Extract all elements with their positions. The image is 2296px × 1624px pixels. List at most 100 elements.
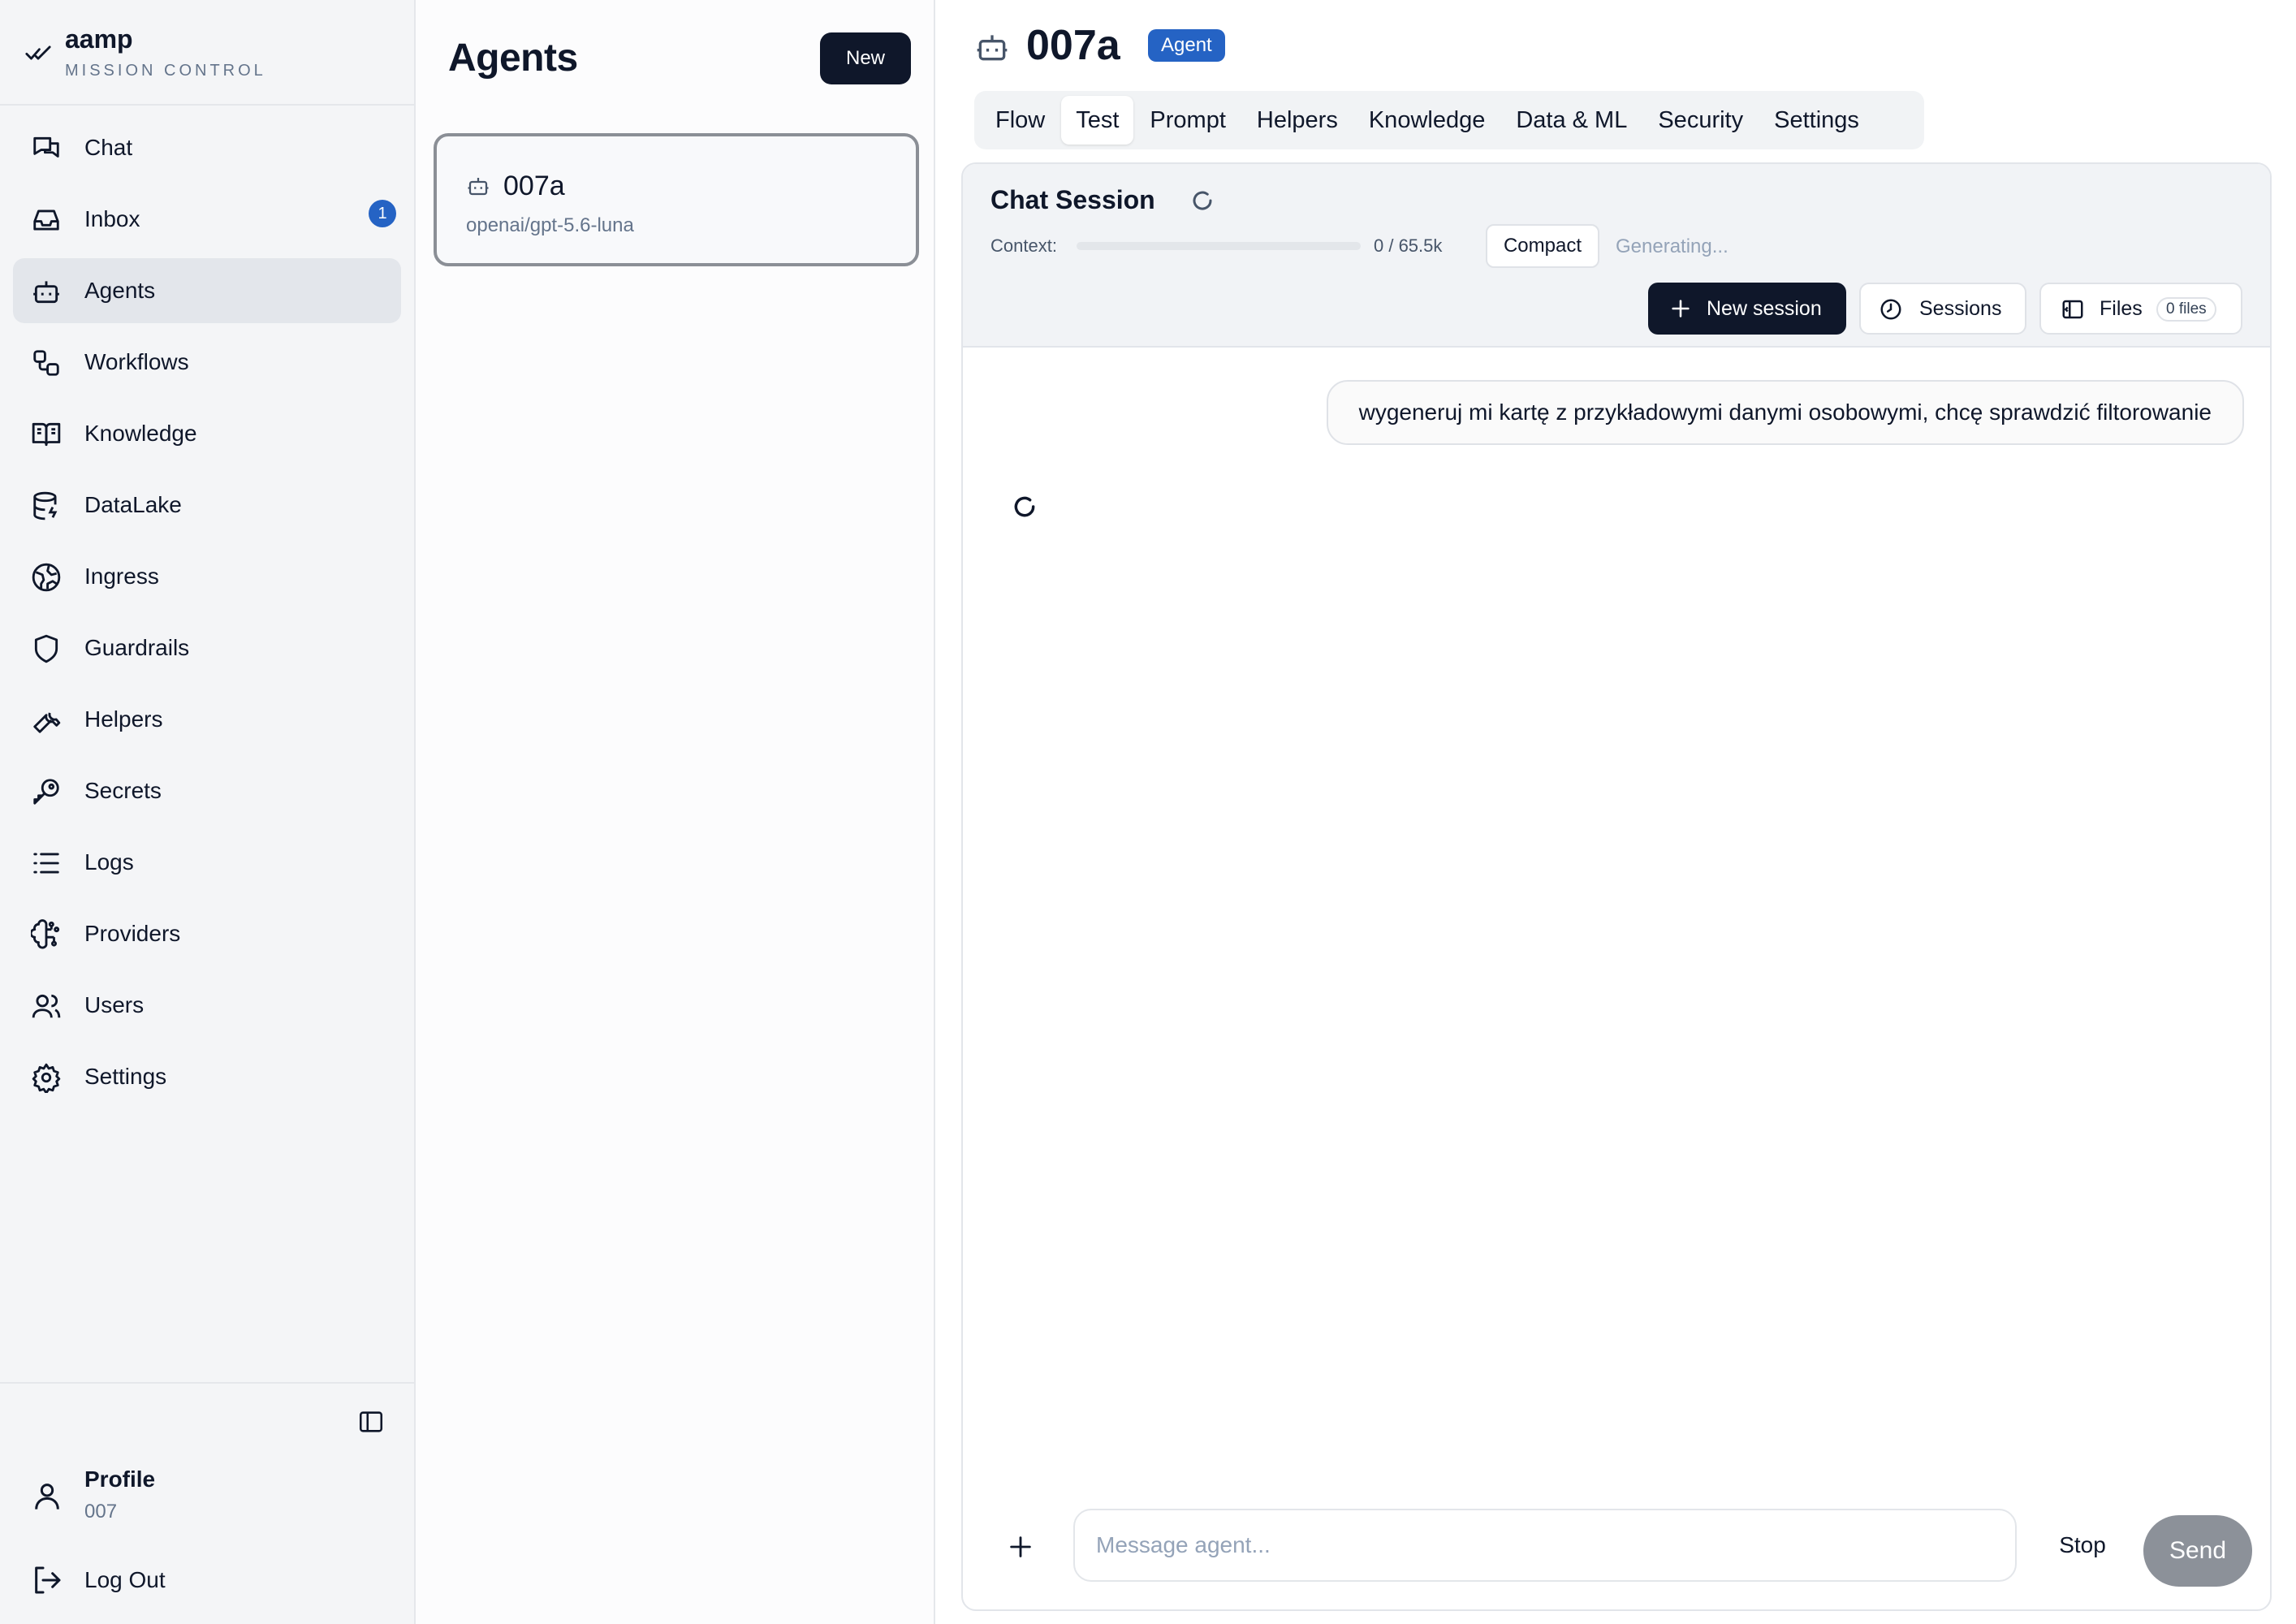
sidebar-item-helpers[interactable]: Helpers [13,687,401,752]
bot-icon [977,35,1008,61]
inbox-count-badge: 1 [369,200,396,227]
chat-session-panel: Chat Session Context: 0 / 65.5k Compact … [961,162,2272,1611]
tab-flow[interactable]: Flow [981,96,1060,145]
sidebar-item-label: Settings [84,1064,167,1089]
tab-test[interactable]: Test [1061,96,1134,145]
chat-session-header: Chat Session Context: 0 / 65.5k Compact … [963,164,2270,348]
new-agent-button[interactable]: New [820,32,911,84]
sidebar-item-workflows[interactable]: Workflows [13,330,401,395]
wrench-icon [33,712,61,733]
clock-icon [1880,299,1901,320]
files-label: Files [2100,297,2143,320]
chat-session-title: Chat Session [990,185,1155,214]
database-icon [33,491,58,520]
profile-link[interactable]: Profile 007 [31,1463,388,1528]
key-icon [33,779,59,805]
sidebar-item-label: Providers [84,921,181,946]
sessions-button[interactable]: Sessions [1859,283,2026,335]
inbox-icon [33,209,59,231]
sidebar-item-settings[interactable]: Settings [13,1044,401,1109]
bot-icon [33,281,59,304]
brand-subtitle: MISSION CONTROL [65,62,266,80]
agent-name: 007a [503,171,565,201]
context-label: Context: [990,235,1057,256]
files-button[interactable]: Files 0 files [2039,283,2242,335]
attach-plus-icon[interactable] [1007,1533,1034,1561]
generation-status: Generating... [1616,235,1728,257]
logout-button[interactable]: Log Out [31,1561,388,1601]
compact-button[interactable]: Compact [1486,224,1599,268]
agents-list-panel: Agents New 007a openai/gpt-5.6-luna [416,0,935,1624]
users-icon [32,994,61,1018]
page-title: Agents [448,37,578,80]
stop-button[interactable]: Stop [2043,1515,2122,1575]
brand-name: aamp [65,24,133,54]
tab-settings[interactable]: Settings [1759,96,1874,145]
tab-security[interactable]: Security [1643,96,1758,145]
tab-prompt[interactable]: Prompt [1135,96,1240,145]
send-button[interactable]: Send [2143,1515,2252,1587]
profile-label: Profile [84,1466,156,1492]
new-session-button[interactable]: New session [1648,283,1846,335]
sidebar-item-ingress[interactable]: Ingress [13,544,401,609]
agent-model: openai/gpt-5.6-luna [466,214,634,236]
agent-tabs: Flow Test Prompt Helpers Knowledge Data … [974,91,1924,149]
profile-username: 007 [84,1501,118,1522]
check-check-icon [25,45,51,60]
sidebar-item-inbox[interactable]: Inbox 1 [13,187,401,252]
sidebar: aamp MISSION CONTROL Chat Inbox 1 Agents… [0,0,416,1624]
brand: aamp MISSION CONTROL [0,0,414,106]
sidebar-toggle-icon[interactable] [357,1408,385,1436]
agent-type-badge: Agent [1148,29,1225,62]
tab-data-ml[interactable]: Data & ML [1501,96,1642,145]
tab-knowledge[interactable]: Knowledge [1354,96,1500,145]
book-icon [32,422,61,447]
gear-icon [32,1063,61,1093]
sidebar-footer: Profile 007 Log Out [0,1382,414,1624]
sidebar-item-label: Agents [84,278,156,303]
sidebar-item-label: DataLake [84,492,182,517]
new-session-label: New session [1707,297,1822,320]
sidebar-nav: Chat Inbox 1 Agents Workflows Knowledge … [13,115,401,1116]
context-value: 0 / 65.5k [1374,235,1443,256]
brain-icon [31,919,60,949]
sidebar-item-label: Inbox [84,206,140,231]
sidebar-item-label: Ingress [84,564,159,589]
sidebar-item-label: Chat [84,135,133,160]
chat-icon [33,136,59,158]
sidebar-item-secrets[interactable]: Secrets [13,758,401,823]
sidebar-item-datalake[interactable]: DataLake [13,473,401,538]
sidebar-item-providers[interactable]: Providers [13,901,401,966]
tab-helpers[interactable]: Helpers [1242,96,1353,145]
sidebar-item-chat[interactable]: Chat [13,115,401,180]
user-icon [35,1484,59,1510]
sidebar-item-label: Guardrails [84,635,190,660]
context-progress-bar [1077,242,1361,250]
logout-icon [35,1566,61,1594]
shield-icon [34,634,58,663]
sidebar-item-label: Secrets [84,778,162,803]
globe-icon [32,563,61,592]
list-icon [33,853,59,874]
agent-card[interactable]: 007a openai/gpt-5.6-luna [434,133,919,266]
sidebar-item-agents[interactable]: Agents [13,258,401,323]
sidebar-item-users[interactable]: Users [13,973,401,1038]
agent-detail: 007a Agent Flow Test Prompt Helpers Know… [935,0,2296,1624]
sidebar-item-guardrails[interactable]: Guardrails [13,615,401,680]
sidebar-item-label: Users [84,992,145,1017]
logout-label: Log Out [84,1567,166,1592]
loading-spinner-icon [1014,496,1035,517]
user-message: wygeneruj mi kartę z przykładowymi danym… [1326,380,2244,445]
sidebar-item-label: Knowledge [84,421,197,446]
bot-icon [468,178,489,196]
plus-icon [1672,300,1690,317]
files-count-badge: 0 files [2156,297,2216,322]
sidebar-item-knowledge[interactable]: Knowledge [13,401,401,466]
sidebar-item-label: Workflows [84,349,189,374]
message-input[interactable] [1073,1509,2017,1582]
sidebar-item-logs[interactable]: Logs [13,830,401,895]
loading-spinner-icon [1193,191,1212,210]
sidebar-item-label: Helpers [84,706,163,732]
sessions-label: Sessions [1919,297,2002,320]
workflow-icon [33,350,59,376]
